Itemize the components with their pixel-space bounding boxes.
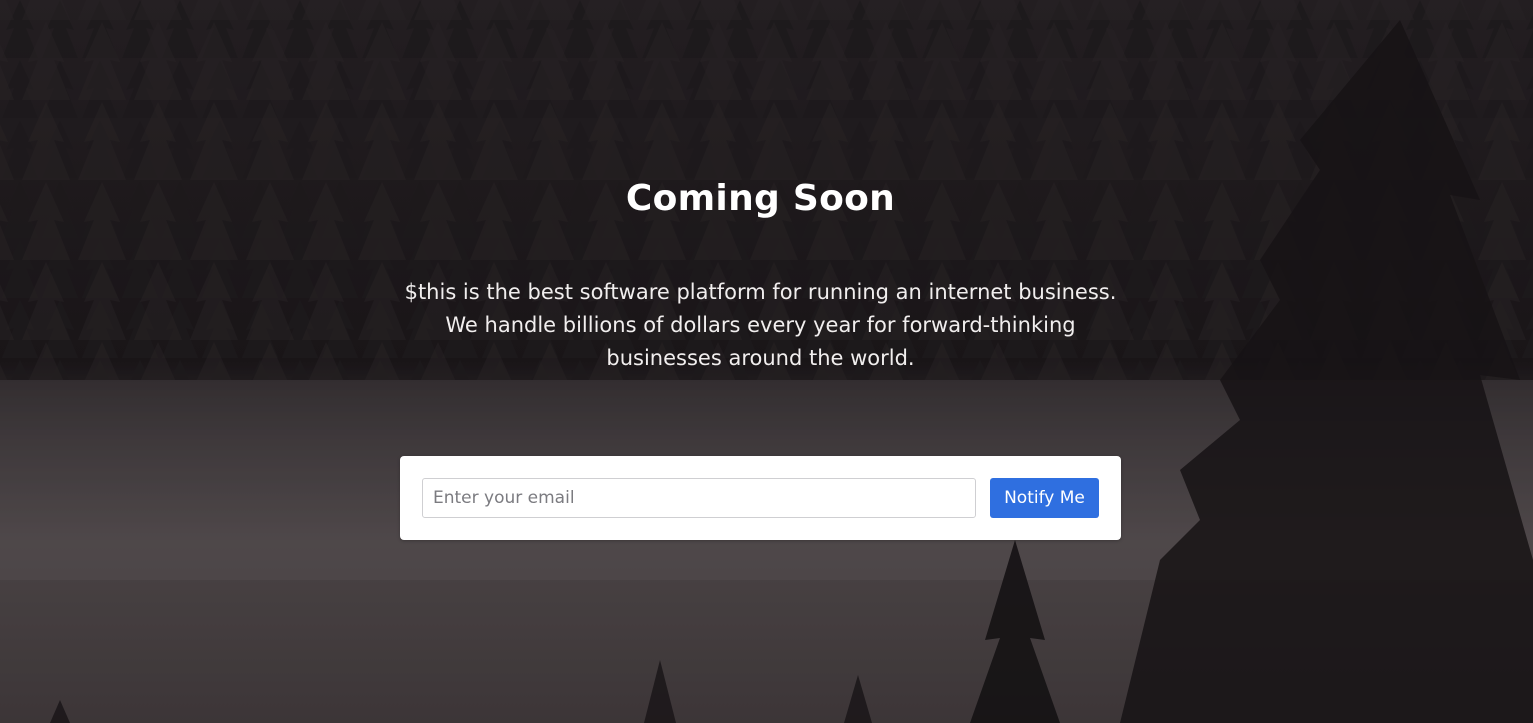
description-line: We handle billions of dollars every year…	[445, 313, 1076, 337]
email-input[interactable]	[422, 478, 976, 518]
coming-soon-section: Coming Soon $this is the best software p…	[0, 0, 1533, 723]
notify-me-button[interactable]: Notify Me	[990, 478, 1099, 518]
hero-description: $this is the best software platform for …	[390, 276, 1131, 375]
description-line: $this is the best software platform for …	[404, 280, 1117, 304]
signup-form: Notify Me	[400, 456, 1121, 540]
page-title: Coming Soon	[625, 178, 896, 219]
description-line: businesses around the world.	[606, 346, 915, 370]
